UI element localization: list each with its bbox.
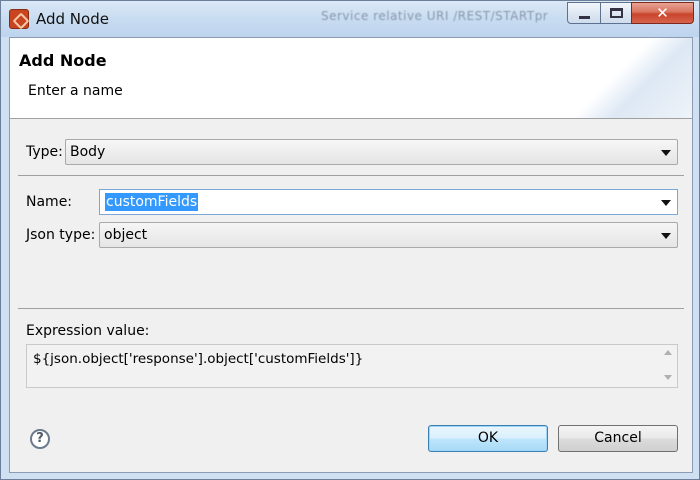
name-label: Name: — [26, 194, 73, 210]
dropdown-arrow-icon — [661, 233, 671, 239]
json-type-label: Json type: — [26, 227, 96, 243]
dialog-body: Add Node Enter a name Type: Body Name: c… — [9, 37, 693, 473]
type-value: Body — [70, 144, 106, 160]
ok-button[interactable]: OK — [428, 425, 548, 452]
close-icon: ✕ — [656, 4, 669, 22]
type-dropdown[interactable]: Body — [65, 139, 678, 165]
header-subtitle: Enter a name — [28, 83, 123, 99]
header-decoration — [572, 38, 692, 118]
name-combo-input[interactable]: customFields — [99, 189, 678, 215]
maximize-icon — [610, 8, 623, 18]
expression-value: ${json.object['response'].object['custom… — [33, 351, 364, 367]
help-icon[interactable]: ? — [30, 429, 50, 449]
dropdown-arrow-icon — [661, 150, 671, 156]
json-type-value: object — [104, 227, 148, 243]
add-node-dialog: Add Node Service relative URI /REST/STAR… — [0, 0, 700, 480]
vertical-scrollbar[interactable] — [659, 345, 677, 387]
close-button[interactable]: ✕ — [631, 2, 694, 24]
cancel-button[interactable]: Cancel — [558, 425, 678, 452]
title-bar[interactable]: Add Node Service relative URI /REST/STAR… — [1, 1, 699, 37]
scroll-down-icon[interactable] — [664, 375, 672, 380]
minimize-button[interactable] — [567, 2, 601, 24]
json-type-dropdown[interactable]: object — [99, 222, 678, 248]
maximize-button[interactable] — [600, 2, 632, 24]
dropdown-arrow-icon[interactable] — [661, 200, 671, 206]
expression-label: Expression value: — [26, 323, 150, 339]
minimize-icon — [579, 16, 590, 19]
header-title: Add Node — [19, 51, 107, 70]
app-icon — [9, 9, 29, 29]
name-value[interactable]: customFields — [105, 193, 199, 211]
scroll-up-icon[interactable] — [664, 350, 672, 355]
expression-value-field[interactable]: ${json.object['response'].object['custom… — [26, 344, 678, 388]
section-divider — [18, 308, 684, 309]
type-label: Type: — [26, 144, 63, 160]
dialog-header: Add Node Enter a name — [10, 38, 692, 118]
header-divider — [10, 118, 692, 119]
background-window-text: Service relative URI /REST/STARTpr — [321, 9, 549, 23]
section-divider — [18, 175, 684, 176]
window-title: Add Node — [36, 10, 109, 28]
